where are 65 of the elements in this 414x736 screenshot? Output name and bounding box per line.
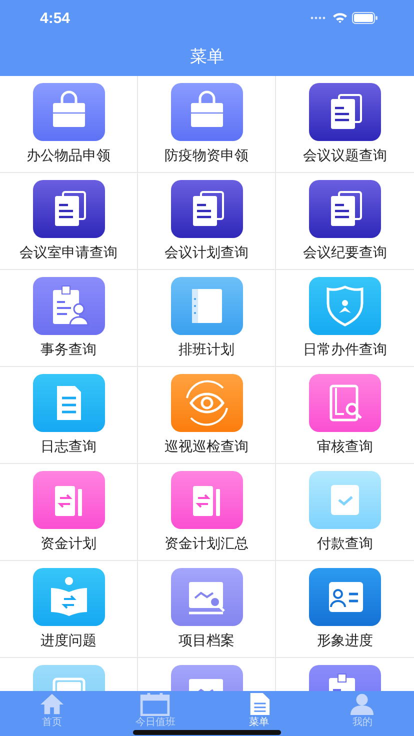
checkbox-icon bbox=[309, 471, 381, 529]
menu-label: 会议计划查询 bbox=[164, 244, 248, 262]
person-icon bbox=[349, 692, 376, 716]
notebook-icon bbox=[170, 277, 242, 335]
contact-card-icon bbox=[309, 568, 381, 626]
menu-label: 排班计划 bbox=[178, 341, 234, 359]
wifi-icon bbox=[332, 12, 348, 24]
battery-icon bbox=[352, 12, 378, 24]
menu-label: 巡视巡检查询 bbox=[164, 438, 248, 456]
menu-label: 付款查询 bbox=[317, 535, 373, 553]
menu-item[interactable]: 进度问题 bbox=[0, 561, 138, 658]
menu-label: 形象进度 bbox=[317, 632, 373, 650]
shield-icon bbox=[309, 277, 381, 335]
menu-item[interactable]: 事务查询 bbox=[0, 270, 138, 367]
menu-label: 事务查询 bbox=[40, 341, 96, 359]
menu-label: 日志查询 bbox=[40, 438, 96, 456]
menu-item[interactable]: 审核查询 bbox=[276, 367, 414, 464]
menu-label: 进度问题 bbox=[40, 632, 96, 650]
menu-item[interactable]: 办公物品申领 bbox=[0, 76, 138, 173]
status-time: 4:54 bbox=[40, 10, 70, 26]
menu-item[interactable]: 项目档案 bbox=[138, 561, 276, 658]
file-icon bbox=[32, 374, 104, 432]
menu-item[interactable]: 排班计划 bbox=[138, 270, 276, 367]
briefcase-icon bbox=[170, 83, 242, 141]
menu-item[interactable]: 会议计划查询 bbox=[138, 173, 276, 270]
menu-label: 会议议题查询 bbox=[303, 147, 387, 165]
menu-item[interactable]: 会议议题查询 bbox=[276, 76, 414, 173]
menu-item[interactable]: 资金计划 bbox=[0, 464, 138, 561]
eye-icon bbox=[170, 374, 242, 432]
transfer-icon bbox=[170, 471, 242, 529]
menu-label: 防疫物资申领 bbox=[164, 147, 248, 165]
transfer-icon bbox=[32, 471, 104, 529]
documents-icon bbox=[170, 180, 242, 238]
briefcase-icon bbox=[32, 83, 104, 141]
documents-icon bbox=[309, 180, 381, 238]
menu-label: 资金计划汇总 bbox=[164, 535, 248, 553]
signal-icon bbox=[310, 16, 328, 20]
menu-item[interactable]: 付款查询 bbox=[276, 464, 414, 561]
menu-label: 审核查询 bbox=[317, 438, 373, 456]
book-search-icon bbox=[309, 374, 381, 432]
calendar-icon bbox=[140, 692, 170, 716]
documents-icon bbox=[309, 83, 381, 141]
menu-label: 会议室申请查询 bbox=[20, 244, 118, 262]
menu-label: 日常办件查询 bbox=[303, 341, 387, 359]
menu-item[interactable]: 巡视巡检查询 bbox=[138, 367, 276, 464]
menu-item[interactable]: 日常办件查询 bbox=[276, 270, 414, 367]
menu-label: 办公物品申领 bbox=[26, 147, 110, 165]
menu-item[interactable]: 会议室申请查询 bbox=[0, 173, 138, 270]
chart-search-icon bbox=[170, 665, 242, 691]
card-icon bbox=[32, 665, 104, 691]
menu-label: 项目档案 bbox=[178, 632, 234, 650]
menu-item[interactable]: 防疫物资申领 bbox=[138, 76, 276, 173]
menu-item[interactable]: 会议纪要查询 bbox=[276, 173, 414, 270]
page-title: 菜单 bbox=[190, 46, 224, 68]
id-badge-icon bbox=[32, 277, 104, 335]
home-icon bbox=[38, 692, 65, 716]
id-badge-icon bbox=[309, 665, 381, 691]
chart-search-icon bbox=[170, 568, 242, 626]
book-icon bbox=[32, 568, 104, 626]
menu-label: 资金计划 bbox=[40, 535, 96, 553]
menu-label: 会议纪要查询 bbox=[303, 244, 387, 262]
menu-item[interactable]: 资金计划汇总 bbox=[138, 464, 276, 561]
documents-icon bbox=[32, 180, 104, 238]
menu-item[interactable]: 形象进度 bbox=[276, 561, 414, 658]
menu-item[interactable]: 日志查询 bbox=[0, 367, 138, 464]
